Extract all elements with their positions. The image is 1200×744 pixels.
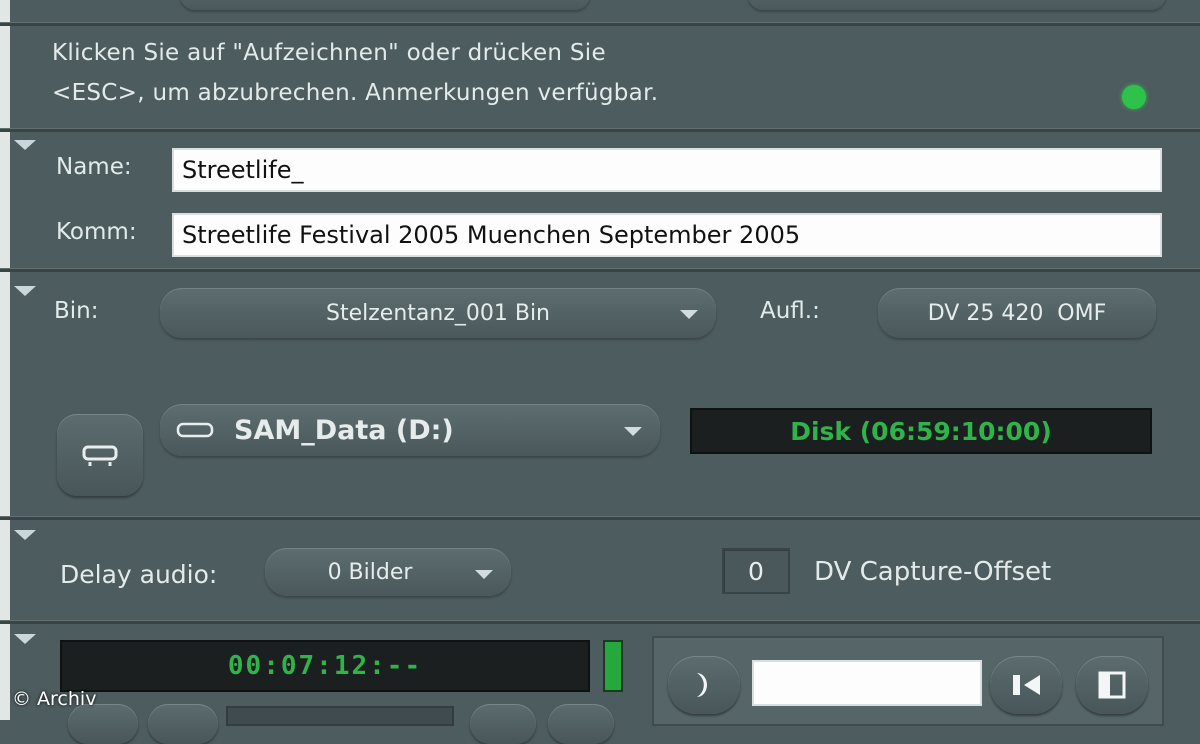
divider-1: [0, 128, 1200, 132]
mark-out-button[interactable]: [1076, 656, 1148, 714]
name-label: Name:: [56, 154, 132, 180]
level-meter: [603, 640, 623, 692]
comment-field[interactable]: Streetlife Festival 2005 Muenchen Septem…: [172, 213, 1162, 257]
collapse-triangle-icon[interactable]: [14, 530, 36, 540]
hard-drive-icon: [82, 445, 118, 466]
mark-out-icon: [1098, 671, 1126, 699]
top-button-right[interactable]: [748, 0, 1166, 10]
delay-audio-label: Delay audio:: [60, 560, 218, 589]
status-led: [1122, 85, 1146, 109]
step-forward-button[interactable]: [548, 704, 614, 744]
bin-label: Bin:: [54, 298, 99, 324]
drive-dropdown[interactable]: SAM_Data (D:): [160, 404, 660, 456]
collapse-triangle-icon[interactable]: [14, 140, 36, 150]
step-back-button[interactable]: [470, 704, 536, 744]
delay-audio-dropdown[interactable]: 0 Bilder: [265, 548, 511, 596]
target-drive-button[interactable]: [57, 414, 143, 496]
chevron-down-icon: [680, 310, 698, 319]
name-field[interactable]: Streetlife_: [172, 148, 1162, 192]
resolution-label: Aufl.:: [760, 298, 820, 324]
comment-label: Komm:: [56, 219, 137, 245]
collapse-triangle-icon[interactable]: [14, 634, 36, 644]
delay-audio-value: 0 Bilder: [327, 559, 413, 585]
resolution-button[interactable]: DV 25 420 OMF: [878, 288, 1156, 338]
divider-3: [0, 516, 1200, 520]
divider-4: [0, 620, 1200, 624]
disk-space-readout: Disk (06:59:10:00): [690, 408, 1152, 454]
divider-top: [0, 22, 1200, 26]
fast-forward-button[interactable]: [148, 704, 218, 744]
go-to-mark-icon: [1013, 675, 1040, 695]
chevron-down-icon: [475, 570, 493, 579]
shuttle-slider[interactable]: [226, 706, 454, 726]
top-button-left[interactable]: [180, 0, 590, 10]
divider-2: [0, 268, 1200, 272]
chevron-down-icon: [624, 427, 642, 436]
mark-in-button[interactable]: [668, 656, 740, 714]
mark-in-icon: [697, 673, 707, 697]
collapse-triangle-icon[interactable]: [14, 286, 36, 296]
window-left-edge: [0, 0, 10, 720]
drive-icon: [176, 422, 214, 438]
capture-offset-label: DV Capture-Offset: [814, 557, 1052, 587]
rewind-button[interactable]: [68, 704, 138, 744]
status-message-line2: <ESC>, um abzubrechen. Anmerkungen verfü…: [52, 80, 659, 106]
resolution-value: DV 25 420 OMF: [927, 300, 1107, 326]
status-message-line1: Klicken Sie auf "Aufzeichnen" oder drück…: [52, 40, 606, 66]
capture-offset-field[interactable]: 0: [722, 548, 790, 594]
bin-dropdown[interactable]: Stelzentanz_001 Bin: [160, 288, 716, 338]
drive-dropdown-value: SAM_Data (D:): [234, 414, 454, 446]
go-to-mark-button[interactable]: [990, 656, 1062, 714]
timecode-display: 00:07:12:--: [60, 640, 590, 692]
timecode-entry-field[interactable]: [752, 660, 982, 706]
bin-dropdown-value: Stelzentanz_001 Bin: [326, 300, 550, 326]
watermark: © Archiv: [12, 688, 97, 710]
